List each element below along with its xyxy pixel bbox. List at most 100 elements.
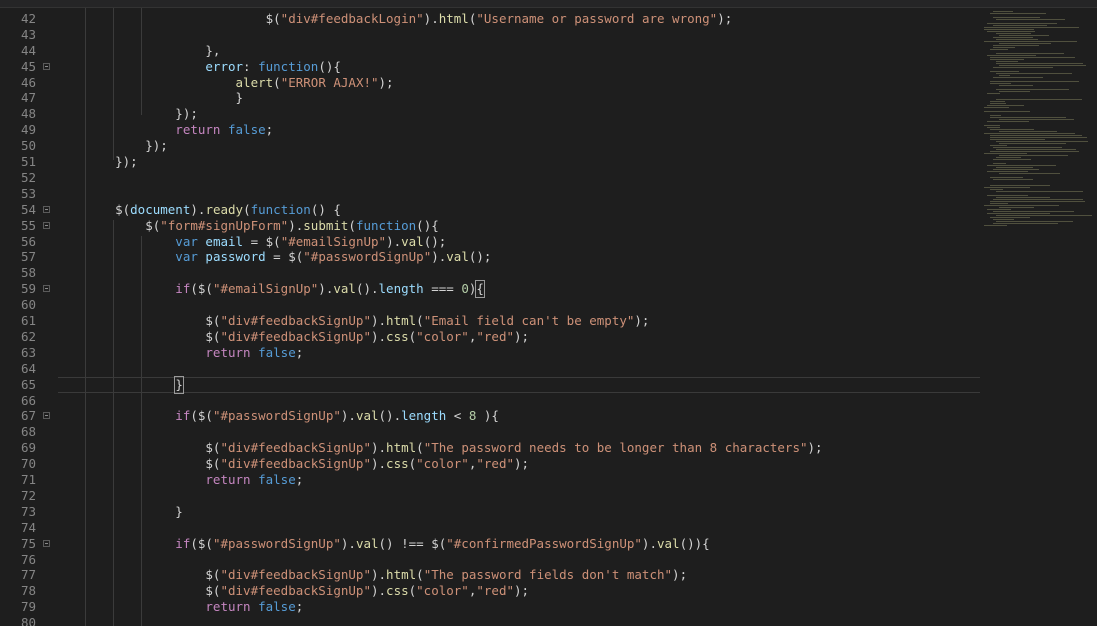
line-number: 77 bbox=[20, 567, 36, 583]
code-token: submit bbox=[303, 217, 349, 233]
code-line[interactable]: 77 $("div#feedbackSignUp").html("The pas… bbox=[0, 567, 1097, 583]
code-line[interactable]: 72 bbox=[0, 488, 1097, 504]
code-token: error bbox=[85, 58, 244, 74]
code-line[interactable]: 46 alert("ERROR AJAX!"); bbox=[0, 75, 1097, 91]
code-text: return false; bbox=[85, 345, 303, 361]
minimap-line bbox=[999, 75, 1010, 76]
fold-toggle-icon[interactable] bbox=[43, 205, 50, 213]
line-number: 53 bbox=[20, 185, 36, 201]
code-line[interactable]: 62 $("div#feedbackSignUp").css("color","… bbox=[0, 329, 1097, 345]
code-token: "div#feedbackLogin" bbox=[280, 10, 424, 26]
code-token: ($( bbox=[190, 281, 213, 297]
code-token: "red" bbox=[476, 328, 515, 344]
minimap-line bbox=[984, 27, 1079, 28]
code-line[interactable]: 58 bbox=[0, 265, 1097, 281]
minimap-line bbox=[996, 221, 1073, 222]
minimap-line bbox=[993, 159, 1032, 160]
code-text: $("div#feedbackSignUp").html("The passwo… bbox=[85, 440, 822, 456]
code-line[interactable]: 70 $("div#feedbackSignUp").css("color","… bbox=[0, 456, 1097, 472]
minimap-line bbox=[984, 41, 1078, 42]
code-token: return bbox=[85, 472, 259, 487]
code-line[interactable]: 65 } bbox=[0, 375, 1097, 394]
minimap-line bbox=[996, 73, 1073, 74]
minimap-line bbox=[999, 143, 1067, 144]
code-line[interactable]: 73 } bbox=[0, 504, 1097, 520]
code-line[interactable]: 52 bbox=[0, 170, 1097, 186]
fold-toggle-icon[interactable] bbox=[43, 539, 50, 547]
code-line[interactable]: 71 return false; bbox=[0, 472, 1097, 488]
minimap-line bbox=[984, 153, 1028, 154]
code-editor[interactable]: 41 else42 $("div#feedbackLogin").html("U… bbox=[0, 0, 1097, 626]
fold-toggle-icon[interactable] bbox=[43, 62, 50, 70]
fold-toggle-icon[interactable] bbox=[43, 285, 50, 293]
minimap-line bbox=[999, 173, 1061, 174]
minimap-line bbox=[996, 215, 1092, 216]
code-line[interactable]: 48 }); bbox=[0, 106, 1097, 122]
code-line[interactable]: 44 }, bbox=[0, 43, 1097, 59]
line-number: 80 bbox=[20, 615, 36, 626]
code-line[interactable]: 68 bbox=[0, 424, 1097, 440]
code-line[interactable]: 50 }); bbox=[0, 138, 1097, 154]
code-token: (){ bbox=[318, 58, 341, 74]
code-line[interactable]: 80 bbox=[0, 615, 1097, 626]
fold-toggle-icon[interactable] bbox=[43, 221, 50, 229]
minimap[interactable] bbox=[980, 7, 1097, 626]
code-line[interactable]: 78 $("div#feedbackSignUp").css("color","… bbox=[0, 583, 1097, 599]
minimap-line bbox=[987, 93, 1001, 94]
code-line[interactable]: 57 var password = $("#passwordSignUp").v… bbox=[0, 249, 1097, 265]
line-number: 51 bbox=[20, 154, 36, 169]
code-text: alert("ERROR AJAX!"); bbox=[85, 75, 394, 91]
code-token: ); bbox=[514, 456, 530, 472]
code-token: $( bbox=[85, 10, 281, 26]
minimap-line bbox=[987, 171, 1028, 172]
minimap-line bbox=[990, 71, 1020, 72]
code-line[interactable]: 56 var email = $("#emailSignUp").val(); bbox=[0, 234, 1097, 250]
code-token: (). bbox=[355, 281, 379, 297]
code-line[interactable]: 49 return false; bbox=[0, 122, 1097, 138]
code-line[interactable]: 60 bbox=[0, 297, 1097, 313]
code-text: if($("#passwordSignUp").val().length < 8… bbox=[85, 408, 499, 424]
code-token: : bbox=[243, 58, 259, 74]
code-text: $("div#feedbackSignUp").css("color","red… bbox=[85, 583, 529, 599]
line-number: 47 bbox=[20, 90, 36, 106]
code-line[interactable]: 54 $(document).ready(function() { bbox=[0, 202, 1097, 218]
code-line[interactable]: 79 return false; bbox=[0, 599, 1097, 615]
code-line[interactable]: 55 $("form#signUpForm").submit(function(… bbox=[0, 218, 1097, 234]
minimap-line bbox=[990, 151, 1080, 152]
code-line[interactable]: 75 if($("#passwordSignUp").val() !== $("… bbox=[0, 536, 1097, 552]
code-token: css bbox=[386, 583, 409, 599]
code-token: email bbox=[205, 233, 244, 249]
code-line[interactable]: 42 $("div#feedbackLogin").html("Username… bbox=[0, 11, 1097, 27]
minimap-line bbox=[996, 197, 1051, 198]
code-line[interactable]: 63 return false; bbox=[0, 345, 1097, 361]
code-token: ) bbox=[468, 281, 477, 297]
code-line[interactable]: 45 error: function(){ bbox=[0, 59, 1097, 75]
bracket-match-highlight: } bbox=[174, 375, 184, 394]
line-number: 49 bbox=[20, 122, 36, 138]
code-line[interactable]: 76 bbox=[0, 552, 1097, 568]
code-token: if bbox=[85, 535, 191, 551]
code-line[interactable]: 53 bbox=[0, 186, 1097, 202]
fold-toggle-icon[interactable] bbox=[43, 412, 50, 420]
code-line[interactable]: 61 $("div#feedbackSignUp").html("Email f… bbox=[0, 313, 1097, 329]
code-line[interactable]: 66 bbox=[0, 393, 1097, 409]
code-line[interactable]: 59 if($("#emailSignUp").val().length ===… bbox=[0, 280, 1097, 299]
code-line[interactable]: 64 bbox=[0, 361, 1097, 377]
code-token: "#passwordSignUp" bbox=[212, 408, 341, 424]
code-token: ); bbox=[514, 328, 530, 344]
code-token: ). bbox=[288, 217, 304, 233]
code-token: "The password needs to be longer than 8 … bbox=[423, 440, 808, 456]
line-number: 68 bbox=[20, 424, 36, 440]
code-token: "color" bbox=[416, 583, 469, 599]
code-line[interactable]: 51 }); bbox=[0, 154, 1097, 170]
code-line[interactable]: 47 } bbox=[0, 90, 1097, 106]
code-token: ( bbox=[348, 217, 356, 233]
code-text: $("div#feedbackSignUp").css("color","red… bbox=[85, 456, 529, 472]
minimap-line bbox=[987, 213, 1050, 214]
code-line[interactable]: 43 bbox=[0, 27, 1097, 43]
line-number: 57 bbox=[20, 249, 36, 265]
code-line[interactable]: 67 if($("#passwordSignUp").val().length … bbox=[0, 408, 1097, 424]
code-line[interactable]: 69 $("div#feedbackSignUp").html("The pas… bbox=[0, 440, 1097, 456]
code-text: $("div#feedbackSignUp").css("color","red… bbox=[85, 329, 529, 345]
code-line[interactable]: 74 bbox=[0, 520, 1097, 536]
